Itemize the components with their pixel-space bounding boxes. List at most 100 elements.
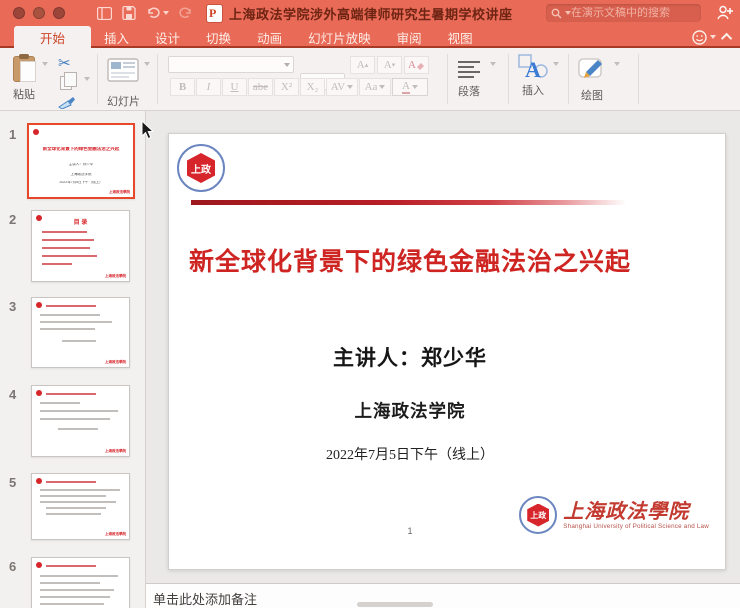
search-icon (551, 8, 562, 19)
tab-design[interactable]: 设计 (142, 26, 193, 48)
insert-button[interactable]: A 插入 (518, 54, 548, 98)
mini-logo-icon (36, 478, 42, 484)
notes-placeholder[interactable]: 单击此处添加备注 (153, 589, 257, 608)
font-color-button[interactable]: A (392, 78, 428, 96)
draw-button[interactable]: 绘图 (578, 56, 606, 103)
eraser-icon (416, 61, 425, 70)
thumbnail-slide-5[interactable]: 上海政法學院 (31, 473, 130, 540)
font-name-dropdown-icon[interactable] (284, 63, 290, 67)
logo-chinese-text: 上海政法學院 (563, 501, 709, 523)
insert-letter: A (525, 57, 541, 80)
thumbnail-slide-6[interactable] (31, 557, 130, 608)
university-seal-icon: 上政 (519, 496, 557, 534)
normal-view-icon[interactable] (97, 7, 112, 20)
tab-insert[interactable]: 插入 (91, 26, 142, 48)
ribbon-tab-row: 开始 插入 设计 切换 动画 幻灯片放映 审阅 视图 (0, 26, 740, 48)
mini-logo-icon (33, 129, 39, 135)
mini-logo-icon (36, 390, 42, 396)
feedback-smiley-button[interactable] (692, 30, 716, 45)
draw-dropdown-icon[interactable] (612, 66, 620, 84)
slide-institution-textbox[interactable]: 上海政法学院 (169, 398, 651, 423)
thumbnail-slide-2[interactable]: 目 录 上海政法學院 (31, 210, 130, 282)
format-painter-icon (58, 96, 76, 109)
grow-font-button[interactable]: A▴ (350, 56, 375, 74)
draw-brush-icon (578, 56, 606, 80)
font-name-combobox[interactable] (168, 56, 294, 73)
decorative-red-line[interactable] (191, 200, 631, 205)
group-divider (638, 54, 639, 104)
slide-number: 3 (9, 299, 16, 314)
mini-logo-icon (36, 302, 42, 308)
minimize-window-button[interactable] (33, 7, 45, 19)
university-logo-block[interactable]: 上政 上海政法學院 Shanghai University of Politic… (519, 496, 709, 534)
smiley-icon (692, 30, 707, 45)
tab-home[interactable]: 开始 (14, 26, 91, 48)
slide-canvas[interactable]: 上政 新全球化背景下的绿色金融法治之兴起 主讲人：郑少华 上海政法学院 2022… (168, 133, 726, 570)
tab-slideshow[interactable]: 幻灯片放映 (295, 26, 384, 48)
window-controls (13, 7, 65, 19)
slide-number: 1 (9, 127, 16, 142)
strikethrough-button[interactable]: abe (248, 78, 273, 96)
share-collaborate-icon[interactable] (717, 5, 733, 25)
paragraph-button[interactable]: 段落 (458, 58, 480, 99)
group-divider (97, 54, 98, 104)
search-box[interactable] (546, 4, 701, 22)
bold-button[interactable]: B (170, 78, 195, 96)
redo-button[interactable] (179, 7, 193, 19)
tab-view[interactable]: 视图 (435, 26, 486, 48)
cut-button[interactable]: ✂ (58, 54, 71, 72)
group-divider (447, 54, 448, 104)
copy-button[interactable] (60, 76, 72, 90)
paste-clipboard-icon (13, 56, 35, 82)
slide-title-textbox[interactable]: 新全球化背景下的绿色金融法治之兴起 (169, 242, 651, 278)
change-case-button[interactable]: Aa (359, 78, 391, 96)
notes-pane[interactable]: 单击此处添加备注 (146, 583, 740, 608)
feedback-dropdown-icon[interactable] (710, 35, 716, 39)
document-title: 上海政法学院涉外高端律师研究生暑期学校讲座 (229, 4, 513, 23)
tab-review[interactable]: 审阅 (384, 26, 435, 48)
new-slide-dropdown-icon[interactable] (142, 66, 150, 84)
character-spacing-button[interactable]: AV (326, 78, 358, 96)
clear-formatting-button[interactable]: A (404, 56, 429, 74)
document-icon: P (207, 5, 222, 22)
copy-dropdown-icon[interactable] (82, 81, 90, 99)
superscript-button[interactable]: X² (274, 78, 299, 96)
mini-logo-icon (36, 562, 42, 568)
ribbon: 粘贴 ✂ 幻灯片 A▴ A▾ A B I U abe X² X₂ AV Aa A… (0, 48, 740, 111)
group-divider (157, 54, 158, 104)
shrink-font-button[interactable]: A▾ (377, 56, 402, 74)
search-input[interactable] (571, 7, 681, 19)
slide-speaker-textbox[interactable]: 主讲人：郑少华 (169, 342, 651, 372)
group-divider (568, 54, 569, 104)
tab-transitions[interactable]: 切换 (193, 26, 244, 48)
save-icon[interactable] (122, 6, 136, 20)
slide-thumbnail-panel: 1 新全球化背景下的绿色金融法治之兴起 主讲人：郑少华 上海政法学院 2022年… (0, 111, 146, 608)
thumbnail-slide-1[interactable]: 新全球化背景下的绿色金融法治之兴起 主讲人：郑少华 上海政法学院 2022年7月… (27, 123, 135, 199)
paragraph-dropdown-icon[interactable] (488, 66, 496, 84)
slide-number: 6 (9, 559, 16, 574)
subscript-button[interactable]: X₂ (300, 78, 325, 96)
paste-dropdown-icon[interactable] (40, 66, 48, 84)
thumbnail-slide-4[interactable]: 上海政法學院 (31, 385, 130, 457)
slide-layout-icon (107, 58, 139, 82)
insert-dropdown-icon[interactable] (551, 66, 559, 84)
new-slide-button[interactable]: 幻灯片 (107, 58, 140, 109)
slide-number: 5 (9, 475, 16, 490)
underline-button[interactable]: U (222, 78, 247, 96)
undo-button[interactable] (146, 7, 169, 19)
collapse-ribbon-icon[interactable] (721, 33, 732, 44)
slide-date-textbox[interactable]: 2022年7月5日下午（线上） (169, 444, 651, 464)
thumbnail-slide-3[interactable]: 上海政法學院 (31, 297, 130, 368)
slide-number: 4 (9, 387, 16, 402)
group-divider (508, 54, 509, 104)
paragraph-lines-icon (458, 61, 480, 78)
horizontal-scrollbar-thumb[interactable] (357, 602, 433, 607)
paste-button[interactable]: 粘贴 (13, 56, 35, 102)
titlebar: P 上海政法学院涉外高端律师研究生暑期学校讲座 (0, 0, 740, 26)
university-seal-logo[interactable]: 上政 (177, 144, 225, 192)
undo-dropdown-icon[interactable] (163, 11, 169, 15)
close-window-button[interactable] (13, 7, 25, 19)
tab-animations[interactable]: 动画 (244, 26, 295, 48)
italic-button[interactable]: I (196, 78, 221, 96)
zoom-window-button[interactable] (53, 7, 65, 19)
